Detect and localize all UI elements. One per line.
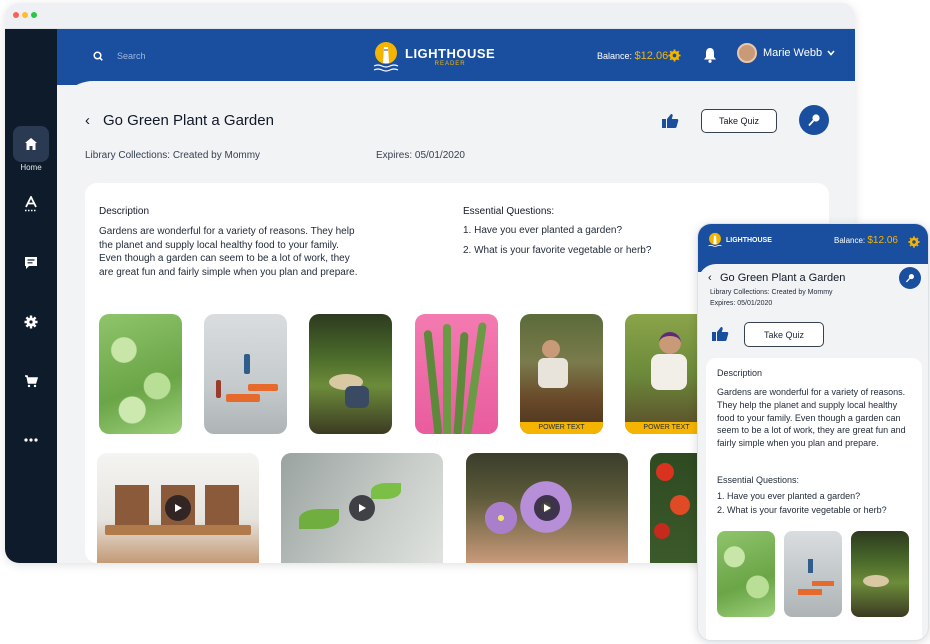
user-menu[interactable]: Marie Webb [737,43,835,63]
video-flowers[interactable] [466,453,628,563]
mobile-details-card: Description Gardens are wonderful for a … [706,358,922,640]
chevron-down-icon [827,50,835,56]
more-icon [24,438,38,442]
expires-text: Expires: 05/01/2020 [376,150,465,161]
description-heading: Description [99,206,150,217]
description-text: Gardens are wonderful for a variety of r… [99,226,358,278]
mobile-description-text: Gardens are wonderful for a variety of r… [717,387,906,449]
mobile-page-title: Go Green Plant a Garden [720,272,846,284]
avatar [737,43,757,63]
balance: Balance: $12.06 [597,50,668,62]
question-1: 1. Have you ever planted a garden? [463,225,622,236]
brand-sub: READER [434,61,466,67]
mobile-questions-heading: Essential Questions: [717,475,800,485]
thumbnail-cauliflower[interactable] [99,314,182,434]
thumbnail-woman-gardening[interactable]: POWER TEXT [625,314,708,434]
home-icon [25,138,37,150]
close-dot[interactable] [13,12,19,18]
user-name: Marie Webb [763,47,823,59]
message-icon [25,257,37,269]
mobile-read-aloud-button[interactable] [899,267,921,289]
page-title: Go Green Plant a Garden [103,112,274,129]
brand-name: LIGHTHOUSE [405,46,496,61]
bell-icon[interactable] [703,47,717,63]
play-icon[interactable] [534,495,560,521]
video-seedlings[interactable] [97,453,259,563]
vocabulary-icon [25,196,37,212]
minimize-dot[interactable] [22,12,28,18]
mobile-collection-text: Library Collections: Created by Mommy [710,289,833,296]
search-input[interactable]: Search [117,51,146,61]
balance-label: Balance: [597,51,633,61]
balance-value: $12.06 [634,50,669,62]
coin-icon [908,236,920,248]
thumbnail-planting[interactable]: POWER TEXT [520,314,603,434]
power-text-badge: POWER TEXT [625,422,708,434]
collection-text: Library Collections: Created by Mommy [85,150,261,161]
lighthouse-logo-icon [373,42,399,72]
thumbnail-gardeners[interactable] [204,314,287,434]
mobile-preview: LIGHTHOUSE Balance: $12.06 ‹ Go Green Pl… [697,223,929,641]
mobile-take-quiz-button[interactable]: Take Quiz [744,322,824,347]
mobile-thumbnail-farmer[interactable] [851,531,909,617]
mobile-balance-value: $12.06 [867,235,898,246]
mobile-balance-label: Balance: [834,236,866,245]
sidebar-home-label: Home [20,163,42,172]
mobile-description-heading: Description [717,368,763,378]
mobile-brand-name: LIGHTHOUSE [726,237,772,244]
mobile-thumbnail-gardeners[interactable] [784,531,842,617]
video-vine[interactable] [281,453,443,563]
mobile-expires-text: Expires: 05/01/2020 [710,300,773,307]
take-quiz-button[interactable]: Take Quiz [701,109,777,133]
thumbs-up-icon[interactable] [661,113,679,129]
coin-icon [668,49,681,62]
top-bar: Search LIGHTHOUSE READER Balance: $12.06… [57,29,855,85]
mobile-back-button[interactable]: ‹ [708,272,712,284]
sidebar-item-home[interactable] [13,126,49,162]
sidebar-item-vocabulary[interactable] [13,186,49,222]
sidebar-item-settings[interactable] [13,304,49,340]
window-chrome [5,3,855,29]
question-2: 2. What is your favorite vegetable or he… [463,245,652,256]
mobile-thumbnail-cauliflower[interactable] [717,531,775,617]
gear-icon [24,315,38,329]
mobile-question-2: 2. What is your favorite vegetable or he… [717,505,887,515]
pin-icon [808,114,820,127]
sidebar-item-shop[interactable] [13,363,49,399]
thumbs-up-icon[interactable] [711,326,729,342]
maximize-dot[interactable] [31,12,37,18]
pin-icon [905,274,914,283]
sidebar: Home [5,29,57,563]
cart-icon [25,375,38,388]
lighthouse-logo-icon [708,232,722,247]
power-text-badge: POWER TEXT [520,422,603,434]
questions-heading: Essential Questions: [463,206,555,217]
play-icon[interactable] [349,495,375,521]
mobile-question-1: 1. Have you ever planted a garden? [717,491,861,501]
back-button[interactable]: ‹ [85,112,90,129]
sidebar-item-more[interactable] [13,422,49,458]
mobile-balance: Balance: $12.06 [834,235,898,246]
play-icon[interactable] [165,495,191,521]
brand-logo[interactable]: LIGHTHOUSE READER [373,41,495,73]
mobile-main: ‹ Go Green Plant a Garden Library Collec… [698,264,928,640]
thumbnail-farmer[interactable] [309,314,392,434]
thumbnail-asparagus[interactable] [415,314,498,434]
read-aloud-button[interactable] [799,105,829,135]
sidebar-item-messages[interactable] [13,245,49,281]
search-icon[interactable] [93,51,103,61]
